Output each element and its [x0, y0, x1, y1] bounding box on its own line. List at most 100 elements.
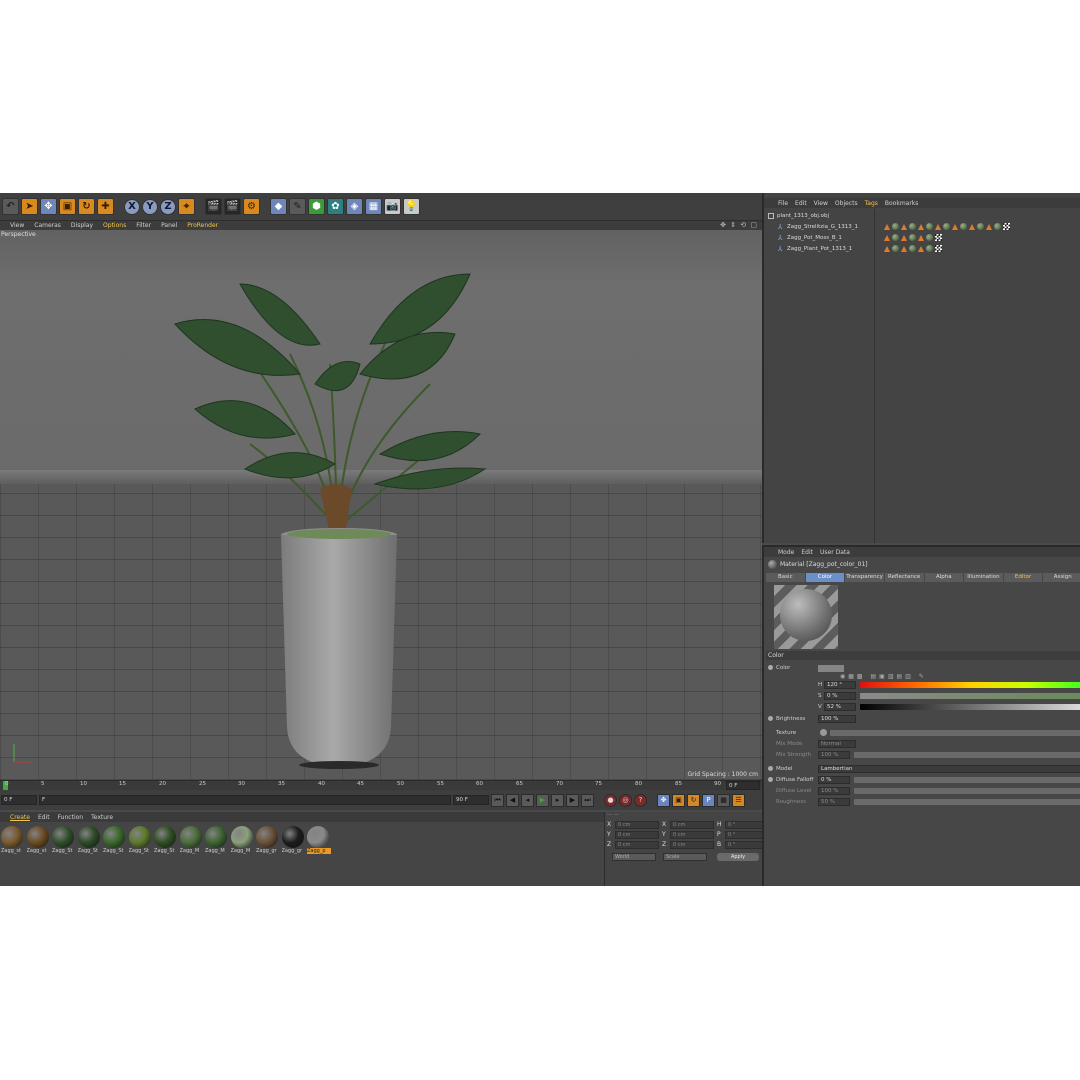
end-frame-field[interactable]: 90 F — [453, 795, 489, 805]
material-swatch[interactable]: Zagg_M — [179, 826, 204, 858]
phong-tag-icon[interactable] — [935, 223, 941, 230]
material-menu-texture[interactable]: Texture — [91, 814, 113, 821]
viewport-menu-cameras[interactable]: Cameras — [34, 222, 61, 229]
attr-menu-edit[interactable]: Edit — [801, 549, 813, 556]
camera-icon[interactable]: 📷 — [384, 198, 401, 215]
viewport-menu-prorender[interactable]: ProRender — [187, 222, 218, 229]
viewport-menu-display[interactable]: Display — [71, 222, 93, 229]
render-settings-icon[interactable]: ⚙ — [243, 198, 260, 215]
material-tag-icon[interactable] — [892, 223, 899, 230]
floor-icon[interactable]: ▦ — [365, 198, 382, 215]
timeline-ruler[interactable]: 0 5 10 15 20 25 30 35 40 45 50 55 60 65 … — [0, 780, 762, 791]
coordinate-system-icon[interactable]: ⌖ — [178, 198, 195, 215]
material-swatch[interactable]: Zagg_st — [1, 826, 25, 858]
y-axis-button[interactable]: Y — [142, 198, 158, 215]
material-menu-create[interactable]: Create — [10, 814, 30, 821]
texture-slot[interactable] — [830, 730, 1080, 736]
material-menu-edit[interactable]: Edit — [38, 814, 50, 821]
point-level-icon[interactable]: ▦ — [717, 793, 730, 807]
object-menu-tags[interactable]: Tags — [865, 200, 878, 207]
brightness-field[interactable]: 100 % — [818, 715, 856, 723]
material-swatch[interactable]: Zagg_gr — [281, 826, 306, 858]
animate-radio-icon[interactable] — [768, 665, 773, 670]
animate-radio-icon[interactable] — [768, 766, 773, 771]
viewport-menu-options[interactable]: Options — [103, 222, 126, 229]
timeline-window-icon[interactable]: ☰ — [732, 793, 745, 807]
material-swatch[interactable]: Zagg_M — [230, 826, 255, 858]
diffuse-falloff-slider[interactable] — [854, 777, 1080, 783]
material-swatch[interactable]: Zagg_St — [77, 826, 102, 858]
deformer-icon[interactable]: ◈ — [346, 198, 363, 215]
render-view-icon[interactable]: 🎬 — [205, 198, 222, 215]
material-swatch[interactable]: Zagg_p — [307, 826, 331, 858]
undo-icon[interactable]: ↶ — [2, 198, 19, 215]
material-tag-icon[interactable] — [909, 245, 916, 252]
pen-spline-icon[interactable]: ✎ — [289, 198, 306, 215]
size-y-field[interactable]: 0 cm — [670, 831, 714, 839]
go-to-end-icon[interactable]: ⏭ — [581, 793, 594, 807]
animate-radio-icon[interactable] — [768, 777, 773, 782]
diffuse-level-field[interactable]: 100 % — [818, 787, 850, 795]
phong-tag-icon[interactable] — [969, 223, 975, 230]
roughness-field[interactable]: 50 % — [818, 798, 850, 806]
array-generator-icon[interactable]: ✿ — [327, 198, 344, 215]
object-row[interactable]: plant_1313_obj.obj — [768, 211, 829, 220]
phong-tag-icon[interactable] — [901, 223, 907, 230]
diffuse-level-slider[interactable] — [854, 788, 1080, 794]
preview-range-slider[interactable]: F — [39, 795, 451, 805]
play-icon[interactable]: ▶ — [536, 793, 549, 807]
viewport-nav-icons[interactable]: ✥ ⇕ ⟲ ▢ — [720, 221, 758, 229]
tab-color[interactable]: Color — [805, 573, 845, 582]
add-tool-icon[interactable]: ✚ — [97, 198, 114, 215]
color-swatch[interactable] — [818, 665, 844, 672]
next-frame-icon[interactable]: ▸ — [551, 793, 564, 807]
material-swatch[interactable]: Zagg_St — [52, 826, 76, 858]
keyframe-selection-icon[interactable]: ? — [634, 793, 647, 807]
phong-tag-icon[interactable] — [952, 223, 958, 230]
scale-tool-icon[interactable]: ▣ — [59, 198, 76, 215]
saturation-field[interactable]: 0 % — [824, 692, 856, 700]
rotation-key-icon[interactable]: ↻ — [687, 793, 700, 807]
previous-frame-icon[interactable]: ◂ — [521, 793, 534, 807]
value-field[interactable]: 52 % — [824, 703, 856, 711]
viewport-menu-panel[interactable]: Panel — [161, 222, 177, 229]
object-menu-bookmarks[interactable]: Bookmarks — [885, 200, 919, 207]
rotation-p-field[interactable]: 0 ° — [725, 831, 763, 839]
material-tag-icon[interactable] — [909, 223, 916, 230]
autokey-icon[interactable]: ◎ — [619, 793, 632, 807]
position-key-icon[interactable]: ✥ — [657, 793, 670, 807]
position-z-field[interactable]: 0 cm — [615, 841, 659, 849]
roughness-slider[interactable] — [854, 799, 1080, 805]
light-icon[interactable]: 💡 — [403, 198, 420, 215]
object-menu-objects[interactable]: Objects — [835, 200, 858, 207]
material-tag-icon[interactable] — [977, 223, 984, 230]
phong-tag-icon[interactable] — [986, 223, 992, 230]
object-row[interactable]: ⅄ Zagg_Pot_Moss_B_1 — [778, 233, 842, 242]
material-tag-icon[interactable] — [909, 234, 916, 241]
object-row[interactable]: ⅄ Zagg_Strelitzia_G_1313_1 — [778, 222, 858, 231]
tab-alpha[interactable]: Alpha — [924, 573, 964, 582]
material-tag-icon[interactable] — [892, 234, 899, 241]
phong-tag-icon[interactable] — [918, 223, 924, 230]
position-x-field[interactable]: 0 cm — [615, 821, 659, 829]
cube-primitive-icon[interactable]: ◆ — [270, 198, 287, 215]
object-menu-view[interactable]: View — [814, 200, 828, 207]
object-menu-edit[interactable]: Edit — [795, 200, 807, 207]
rotation-h-field[interactable]: 0 ° — [725, 821, 763, 829]
position-y-field[interactable]: 0 cm — [615, 831, 659, 839]
tab-basic[interactable]: Basic — [766, 573, 805, 582]
rotate-tool-icon[interactable]: ↻ — [78, 198, 95, 215]
saturation-slider[interactable] — [860, 693, 1080, 699]
coordinate-space-dropdown[interactable]: World — [612, 853, 656, 861]
viewport-menu-view[interactable]: View — [10, 222, 24, 229]
phong-tag-icon[interactable] — [884, 223, 890, 230]
material-tag-icon[interactable] — [994, 223, 1001, 230]
tab-transparency[interactable]: Transparency — [845, 573, 884, 582]
material-menu-function[interactable]: Function — [58, 814, 84, 821]
size-x-field[interactable]: 0 cm — [670, 821, 714, 829]
material-swatch[interactable]: Zagg_St — [103, 826, 127, 858]
animate-radio-icon[interactable] — [768, 716, 773, 721]
apply-button[interactable]: Apply — [717, 853, 759, 861]
tab-editor[interactable]: Editor — [1003, 573, 1043, 582]
next-key-icon[interactable]: ▶ — [566, 793, 579, 807]
